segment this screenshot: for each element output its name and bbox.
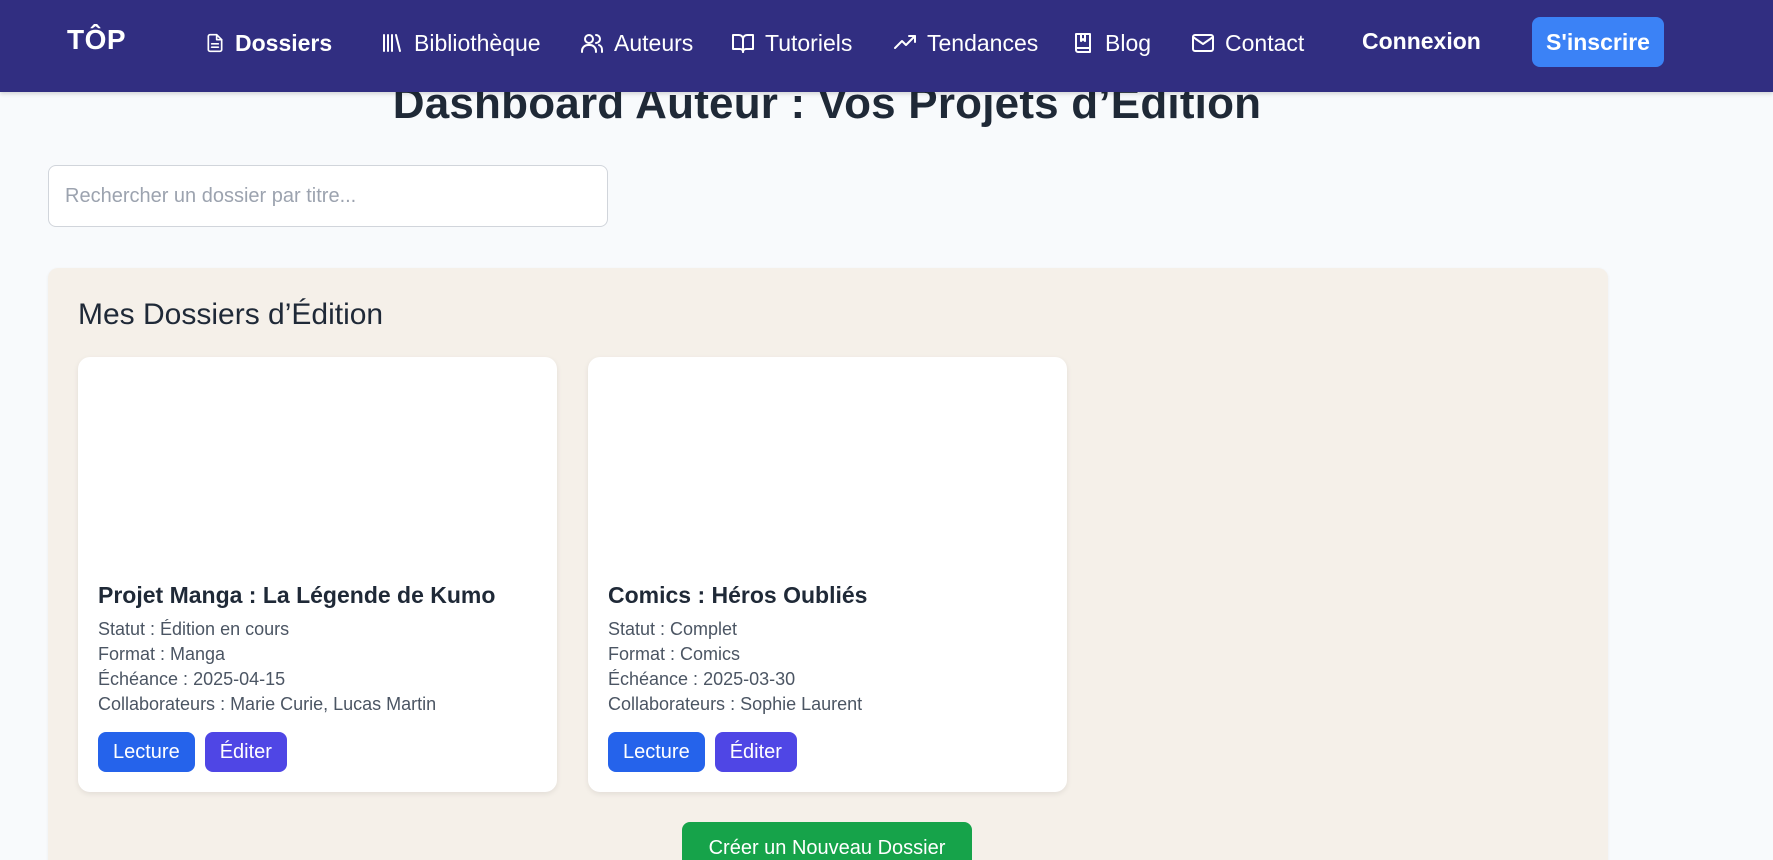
panel-title: Mes Dossiers d’Édition <box>78 298 384 331</box>
card-format: Format : Manga <box>98 644 226 664</box>
create-dossier-button[interactable]: Créer un Nouveau Dossier <box>682 822 972 860</box>
card-body: Comics : Héros Oubliés Statut : Complet … <box>608 582 1047 717</box>
bookmark-book-icon <box>1071 31 1095 55</box>
nav-item-tutoriels[interactable]: Tutoriels <box>731 28 852 58</box>
dossier-card-list: Projet Manga : La Légende de Kumo Statut… <box>78 357 1067 792</box>
trending-up-icon <box>893 31 917 55</box>
nav-item-blog[interactable]: Blog <box>1071 28 1151 58</box>
nav-label: Blog <box>1105 29 1152 56</box>
card-collaborators: Collaborateurs : Marie Curie, Lucas Mart… <box>98 694 437 714</box>
top-navbar: TÔP Dossiers Bibliothèque Auteurs Tutori… <box>0 0 1773 92</box>
nav-item-bibliotheque[interactable]: Bibliothèque <box>380 28 541 58</box>
file-text-icon <box>205 33 225 53</box>
library-icon <box>380 31 404 55</box>
card-collaborators: Collaborateurs : Sophie Laurent <box>608 694 863 714</box>
nav-label: Dossiers <box>235 29 333 56</box>
card-actions: Lecture Éditer <box>98 732 287 772</box>
card-cover-image <box>78 357 557 567</box>
dossier-card: Projet Manga : La Légende de Kumo Statut… <box>78 357 557 792</box>
nav-item-tendances[interactable]: Tendances <box>893 28 1038 58</box>
book-open-icon <box>731 31 755 55</box>
login-link[interactable]: Connexion <box>1362 28 1481 55</box>
nav-label: Contact <box>1225 29 1305 56</box>
read-button[interactable]: Lecture <box>608 732 705 772</box>
read-button[interactable]: Lecture <box>98 732 195 772</box>
card-title: Projet Manga : La Légende de Kumo <box>98 582 496 608</box>
users-icon <box>580 31 604 55</box>
nav-item-dossiers[interactable]: Dossiers <box>205 28 332 58</box>
card-body: Projet Manga : La Légende de Kumo Statut… <box>98 582 537 717</box>
edit-button[interactable]: Éditer <box>714 732 797 772</box>
nav-item-auteurs[interactable]: Auteurs <box>580 28 693 58</box>
mail-icon <box>1191 31 1215 55</box>
edit-button[interactable]: Éditer <box>204 732 287 772</box>
card-status: Statut : Complet <box>608 619 738 639</box>
card-format: Format : Comics <box>608 644 741 664</box>
card-deadline: Échéance : 2025-04-15 <box>98 669 286 689</box>
search-input[interactable] <box>48 165 608 227</box>
page: Dashboard Auteur : Vos Projets d’Édition… <box>0 0 1773 860</box>
signup-button[interactable]: S'inscrire <box>1532 17 1664 67</box>
nav-label: Auteurs <box>614 29 694 56</box>
nav-label: Tendances <box>927 29 1039 56</box>
nav-label: Bibliothèque <box>414 29 541 56</box>
nav-item-contact[interactable]: Contact <box>1191 28 1304 58</box>
card-title: Comics : Héros Oubliés <box>608 582 868 608</box>
card-status: Statut : Édition en cours <box>98 619 290 639</box>
card-cover-image <box>588 357 1067 567</box>
nav-label: Tutoriels <box>765 29 853 56</box>
dossiers-panel: Mes Dossiers d’Édition Projet Manga : La… <box>48 268 1608 860</box>
card-deadline: Échéance : 2025-03-30 <box>608 669 796 689</box>
site-logo[interactable]: TÔP <box>67 24 126 56</box>
dossier-card: Comics : Héros Oubliés Statut : Complet … <box>588 357 1067 792</box>
card-actions: Lecture Éditer <box>608 732 797 772</box>
